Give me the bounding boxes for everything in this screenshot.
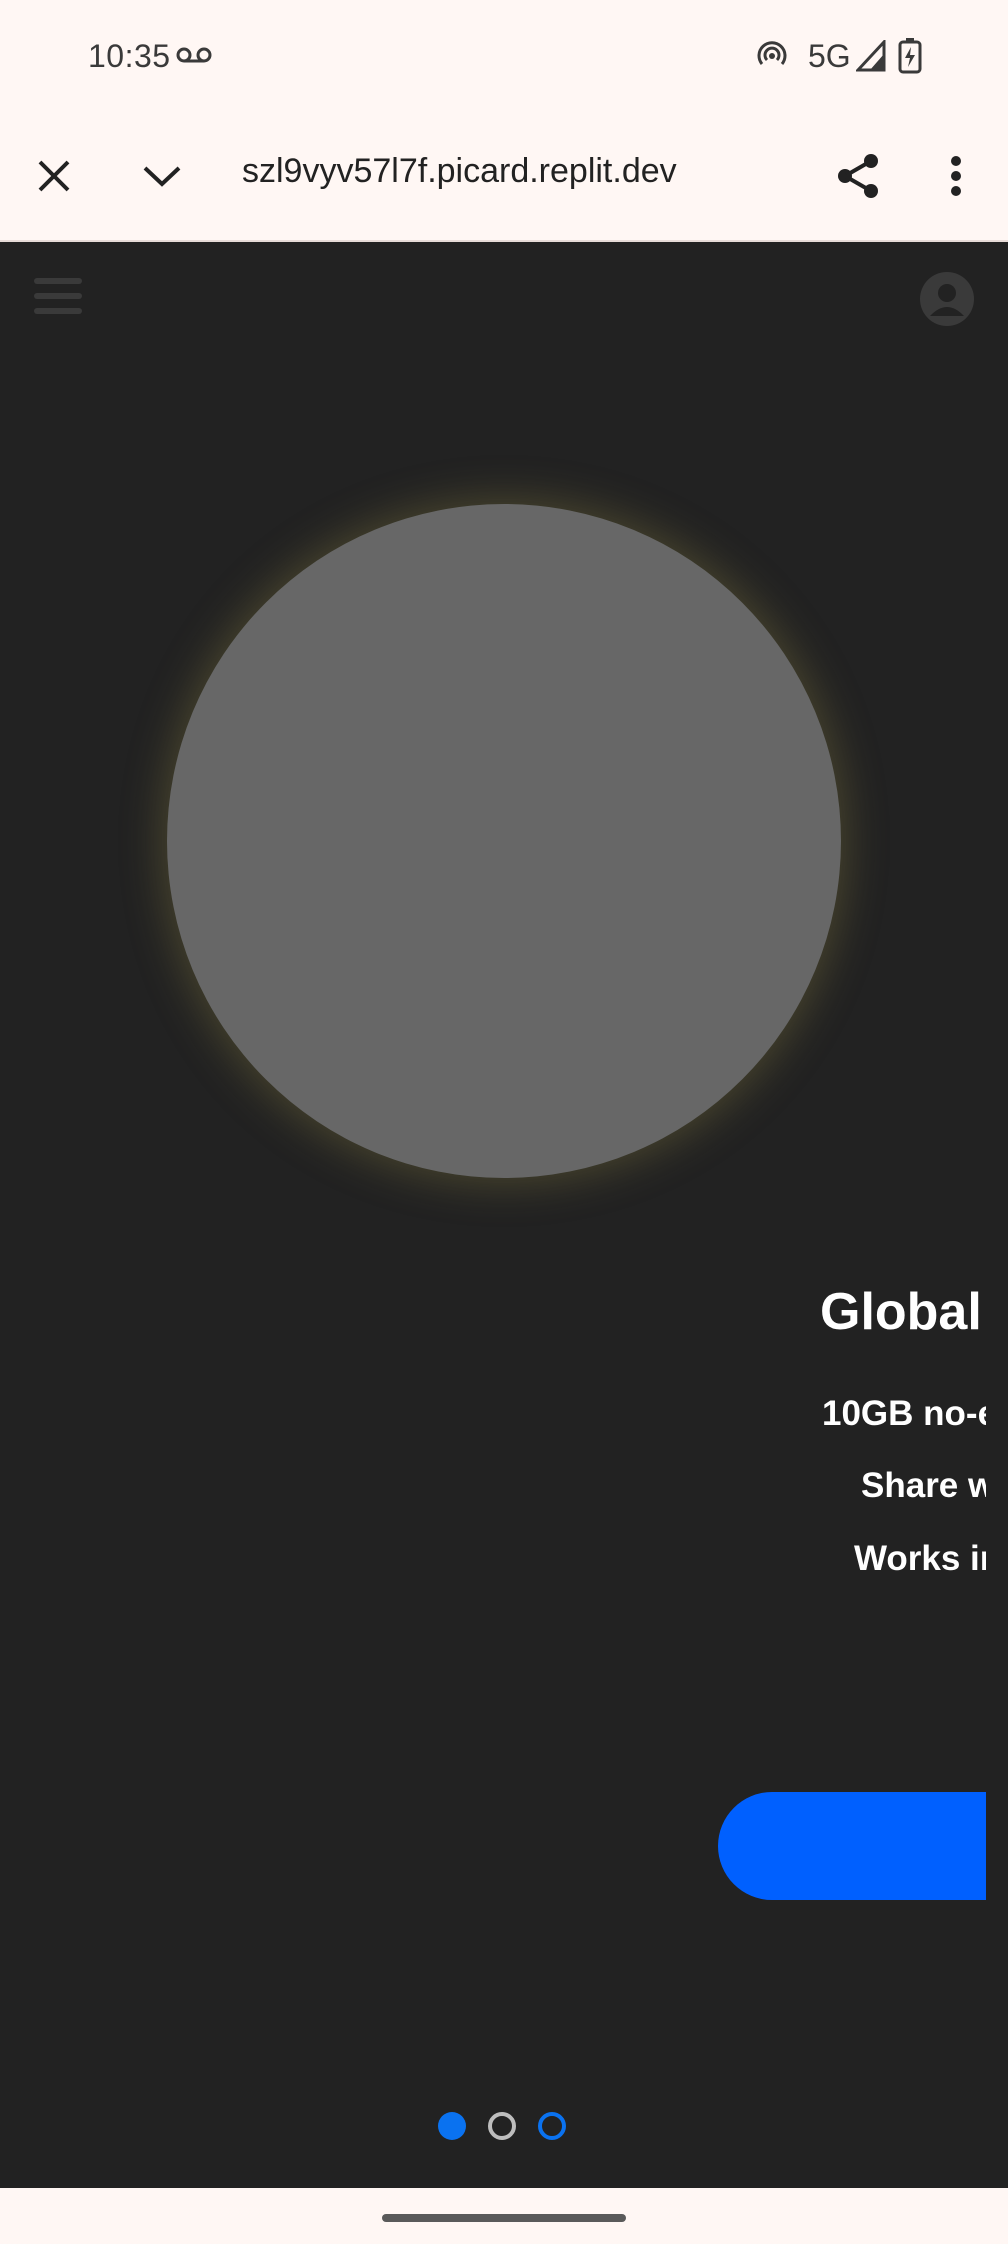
- hotspot-icon: [757, 41, 787, 65]
- browser-toolbar: szl9vyv57l7f.picard.replit.dev: [0, 112, 1008, 242]
- account-icon[interactable]: [920, 272, 974, 326]
- hamburger-menu-icon[interactable]: [34, 278, 82, 322]
- pager-dot[interactable]: [538, 2112, 566, 2140]
- slide-clip-edge: [986, 242, 1008, 2188]
- slide-title: Global: [820, 1283, 982, 1341]
- feature-item: Share w: [861, 1466, 996, 1505]
- more-vert-icon: [951, 156, 961, 196]
- system-nav-bar: [0, 2188, 1008, 2244]
- hero-image-placeholder: [167, 504, 841, 1178]
- pager-dot[interactable]: [488, 2112, 516, 2140]
- pager-dot-active[interactable]: [438, 2112, 466, 2140]
- url-bar[interactable]: szl9vyv57l7f.picard.replit.dev: [242, 152, 762, 191]
- more-options-button[interactable]: [924, 144, 988, 208]
- network-type: 5G: [808, 38, 851, 74]
- minimize-button[interactable]: [130, 144, 194, 208]
- close-button[interactable]: [22, 144, 86, 208]
- chevron-down-icon: [143, 166, 181, 187]
- feature-item: 10GB no-e: [822, 1394, 998, 1433]
- feature-item: Works ir: [854, 1539, 994, 1578]
- home-indicator[interactable]: [382, 2214, 626, 2222]
- battery-charging-icon: [898, 38, 922, 74]
- app-content: Global 10GB no-e Share w Works ir: [0, 242, 1008, 2188]
- cta-button[interactable]: [718, 1792, 986, 1900]
- voicemail-icon: [176, 47, 212, 63]
- close-icon: [38, 160, 70, 192]
- share-icon: [838, 154, 878, 198]
- status-time: 10:35: [88, 38, 171, 74]
- status-bar: 10:35 5G: [0, 0, 1008, 112]
- share-button[interactable]: [826, 144, 890, 208]
- signal-icon: [856, 40, 886, 72]
